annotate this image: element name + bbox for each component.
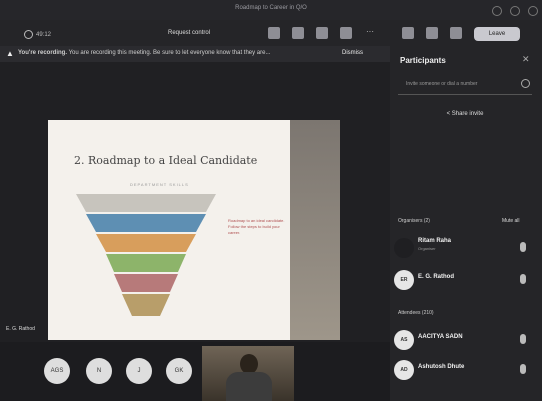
participant-name: E. G. Rathod <box>418 274 454 280</box>
window-title: Roadmap to Career in Q/O <box>235 5 307 11</box>
people-icon[interactable] <box>268 27 280 39</box>
participant-avatar[interactable]: N <box>86 358 112 384</box>
avatar <box>394 238 414 258</box>
dismiss-button[interactable]: Dismiss <box>342 50 363 56</box>
mic-icon[interactable] <box>520 242 526 252</box>
participant-avatar[interactable]: GK <box>166 358 192 384</box>
leave-button[interactable]: Leave <box>474 27 520 41</box>
recording-text: You are recording this meeting. Be sure … <box>68 50 271 56</box>
participant-search-input[interactable]: Invite someone or dial a number <box>398 76 532 95</box>
close-icon[interactable] <box>528 6 538 16</box>
mic-icon[interactable] <box>426 27 438 39</box>
participant-row[interactable]: AS AACITYA SADN <box>394 328 536 352</box>
participant-avatar[interactable]: AGS <box>44 358 70 384</box>
maximize-icon[interactable] <box>510 6 520 16</box>
slide-side-image <box>290 120 340 340</box>
share-invite-button[interactable]: < Share invite <box>430 106 500 122</box>
participant-name: Ritam Raha <box>418 238 452 244</box>
mute-all-button[interactable]: Mute all <box>502 218 520 224</box>
participant-row[interactable]: AD Ashutosh Dhute <box>394 358 536 382</box>
view-icon[interactable] <box>340 27 352 39</box>
person-body <box>226 372 272 401</box>
hand-icon[interactable] <box>316 27 328 39</box>
presenter-name-label: E. G. Rathod <box>6 326 35 332</box>
slide-subhead: DEPARTMENT SKILLS <box>130 182 189 187</box>
more-icon[interactable]: ··· <box>364 27 376 39</box>
participant-name: AACITYA SADN <box>418 334 463 340</box>
close-panel-icon[interactable]: ✕ <box>522 54 530 65</box>
share-invite-label: Share invite <box>451 111 484 117</box>
slide-notes: Roadmap to an ideal candidate. Follow th… <box>228 218 285 235</box>
mic-icon[interactable] <box>520 334 526 344</box>
attendees-section-header[interactable]: Attendees (210) <box>398 310 434 316</box>
warning-icon: ▲ <box>6 49 14 58</box>
recording-banner: ▲ You're recording. You are recording th… <box>0 46 390 62</box>
avatar: AD <box>394 360 414 380</box>
title-bar: Roadmap to Career in Q/O <box>0 0 542 20</box>
mic-icon[interactable] <box>520 274 526 284</box>
participants-panel: Participants ✕ Invite someone or dial a … <box>390 46 542 401</box>
meeting-window: Roadmap to Career in Q/O 49:12 Request c… <box>0 0 542 401</box>
participant-row[interactable]: Ritam Raha Organiser <box>394 236 536 260</box>
presentation-slide: 2. Roadmap to a Ideal Candidate DEPARTME… <box>48 120 328 340</box>
organisers-section-header[interactable]: Organisers (2) <box>398 218 430 224</box>
search-placeholder: Invite someone or dial a number <box>406 81 478 87</box>
slide-title: 2. Roadmap to a Ideal Candidate <box>74 154 258 167</box>
person-head <box>240 354 258 374</box>
search-icon[interactable] <box>521 79 530 88</box>
participant-row[interactable]: ER E. G. Rathod <box>394 268 536 292</box>
camera-icon[interactable] <box>402 27 414 39</box>
timer-text: 49:12 <box>36 32 52 39</box>
participant-video[interactable] <box>202 346 294 401</box>
meeting-timer: 49:12 <box>24 30 51 39</box>
participant-role: Organiser <box>418 246 436 251</box>
avatar: ER <box>394 270 414 290</box>
participant-name: Ashutosh Dhute <box>418 364 465 370</box>
participants-title: Participants <box>400 56 446 65</box>
request-control-button[interactable]: Request control <box>168 30 210 36</box>
chat-icon[interactable] <box>292 27 304 39</box>
mic-icon[interactable] <box>520 364 526 374</box>
avatar: AS <box>394 330 414 350</box>
minimize-icon[interactable] <box>492 6 502 16</box>
share-icon[interactable] <box>450 27 462 39</box>
participant-avatar[interactable]: J <box>126 358 152 384</box>
funnel-diagram <box>76 194 216 316</box>
shield-icon <box>24 30 33 39</box>
recording-label: You're recording. <box>18 50 67 56</box>
recording-message: You're recording. You are recording this… <box>18 50 270 56</box>
